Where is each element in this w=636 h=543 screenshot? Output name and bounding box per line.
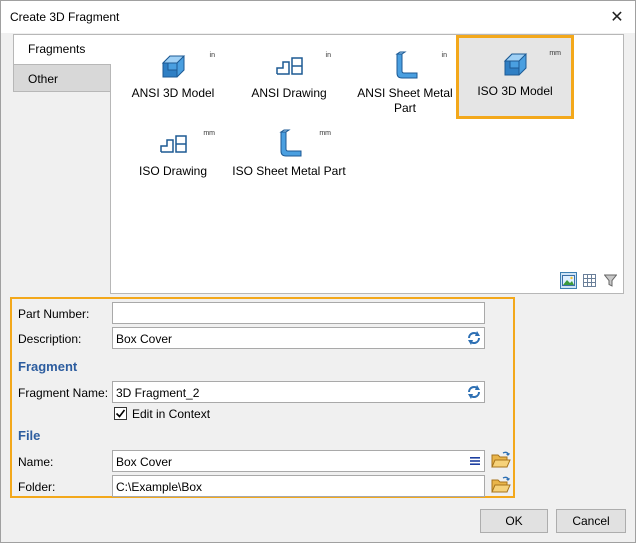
- folder-open-icon[interactable]: [491, 451, 511, 469]
- folder-field[interactable]: C:\Example\Box: [112, 475, 485, 497]
- template-iso-drawing[interactable]: mm ISO Drawing: [115, 116, 231, 196]
- refresh-icon[interactable]: [466, 384, 482, 400]
- picture-icon: [562, 275, 575, 286]
- properties-panel: Part Number: Description: Box Cover Frag…: [10, 297, 515, 498]
- title-bar: Create 3D Fragment ✕: [1, 1, 635, 33]
- description-value: Box Cover: [116, 332, 173, 346]
- unit-label: in: [441, 52, 447, 59]
- tab-other[interactable]: Other: [13, 64, 111, 92]
- fragment-name-field[interactable]: 3D Fragment_2: [112, 381, 485, 403]
- refresh-icon[interactable]: [466, 330, 482, 346]
- cancel-button[interactable]: Cancel: [556, 509, 626, 533]
- name-field[interactable]: Box Cover: [112, 450, 485, 472]
- filter-button[interactable]: [602, 272, 619, 289]
- close-icon: ✕: [610, 9, 624, 26]
- tab-fragments[interactable]: Fragments: [13, 34, 111, 65]
- part-number-field[interactable]: [112, 302, 485, 324]
- template-ansi-drawing[interactable]: in ANSI Drawing: [231, 38, 347, 118]
- edit-in-context-label[interactable]: Edit in Context: [132, 407, 210, 421]
- name-value: Box Cover: [116, 455, 173, 469]
- template-label: ANSI Sheet Metal Part: [357, 86, 453, 115]
- template-label: ANSI Drawing: [251, 86, 327, 100]
- part-number-label: Part Number:: [18, 307, 90, 321]
- window-title: Create 3D Fragment: [10, 10, 120, 24]
- filter-icon: [604, 274, 617, 287]
- sheet-metal-icon: [279, 129, 302, 157]
- close-button[interactable]: ✕: [605, 5, 629, 29]
- folder-open-icon[interactable]: [491, 476, 511, 494]
- tab-other-label: Other: [28, 72, 59, 86]
- 3d-model-icon: [161, 55, 186, 78]
- sheet-metal-icon: [395, 51, 418, 79]
- fragment-name-label: Fragment Name:: [18, 386, 109, 400]
- fragment-section-heading: Fragment: [18, 359, 78, 374]
- create-3d-fragment-dialog: Create 3D Fragment ✕ Fragments Other in …: [0, 0, 636, 543]
- unit-label: in: [325, 52, 331, 59]
- template-label: ISO Drawing: [138, 164, 208, 178]
- grid-icon: [583, 274, 596, 287]
- menu-icon[interactable]: [470, 456, 480, 466]
- unit-label: mm: [319, 130, 331, 137]
- template-label: ANSI 3D Model: [131, 86, 215, 100]
- view-toolbar: [560, 272, 619, 289]
- template-gallery: in ANSI 3D Model in ANSI Drawing in ANSI…: [110, 34, 624, 294]
- template-iso-3d-model[interactable]: mm ISO 3D Model: [456, 35, 574, 119]
- template-iso-sheet-metal-part[interactable]: mm ISO Sheet Metal Part: [231, 116, 347, 196]
- checkmark-icon: [115, 409, 126, 418]
- tab-fragments-label: Fragments: [28, 42, 86, 56]
- fragment-name-value: 3D Fragment_2: [116, 386, 200, 400]
- drawing-icon: [276, 57, 303, 75]
- description-label: Description:: [18, 332, 82, 346]
- unit-label: mm: [549, 50, 561, 57]
- name-label: Name:: [18, 455, 54, 469]
- folder-value: C:\Example\Box: [116, 480, 203, 494]
- drawing-icon: [160, 135, 187, 153]
- icon-view-button[interactable]: [560, 272, 577, 289]
- 3d-model-icon: [503, 53, 528, 76]
- template-ansi-3d-model[interactable]: in ANSI 3D Model: [115, 38, 231, 118]
- file-section-heading: File: [18, 428, 41, 443]
- template-label: ISO Sheet Metal Part: [232, 164, 346, 178]
- description-field[interactable]: Box Cover: [112, 327, 485, 349]
- grid-view-button[interactable]: [581, 272, 598, 289]
- folder-label: Folder:: [18, 480, 56, 494]
- unit-label: mm: [203, 130, 215, 137]
- ok-button[interactable]: OK: [480, 509, 548, 533]
- edit-in-context-checkbox[interactable]: [114, 407, 127, 420]
- template-ansi-sheet-metal-part[interactable]: in ANSI Sheet Metal Part: [347, 38, 463, 118]
- unit-label: in: [209, 52, 215, 59]
- template-label: ISO 3D Model: [477, 84, 553, 98]
